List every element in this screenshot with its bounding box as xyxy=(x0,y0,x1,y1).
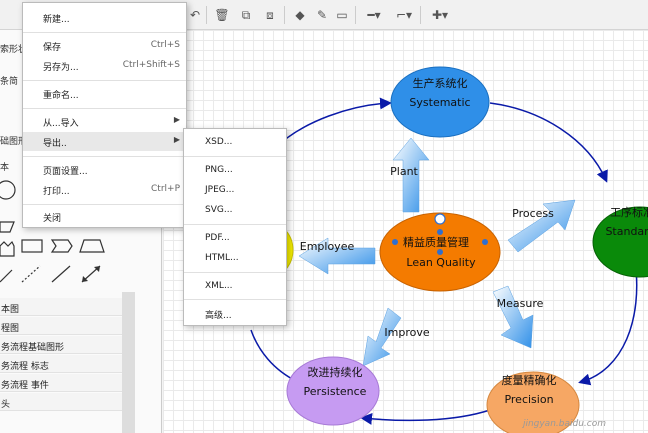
systematic-label-cn: 生产系统化 xyxy=(413,76,468,90)
cycle-connector xyxy=(360,409,491,425)
menu-divider xyxy=(184,299,286,300)
menu-item-close[interactable]: 关闭 xyxy=(23,207,186,226)
persistence-label-cn: 改进持续化 xyxy=(308,365,363,379)
sidebar-item-arrows[interactable]: 头 xyxy=(0,393,122,411)
line-style-icon[interactable]: ━▾ xyxy=(362,7,386,23)
menu-divider xyxy=(23,80,186,81)
rotate-handle xyxy=(434,213,446,225)
sidebar-section-label[interactable]: 条简 xyxy=(0,74,18,87)
persistence-label-en: Persistence xyxy=(304,385,367,398)
export-pdf[interactable]: PDF... xyxy=(184,228,286,248)
employee-label: Employee xyxy=(300,240,355,253)
menu-divider xyxy=(184,224,286,225)
menu-divider xyxy=(184,156,286,157)
menu-item-print[interactable]: 打印... Ctrl+P xyxy=(23,180,186,199)
menu-divider xyxy=(23,32,186,33)
export-xsd[interactable]: XSD... xyxy=(184,132,286,152)
resize-handle xyxy=(482,239,488,245)
export-html[interactable]: HTML... xyxy=(184,248,286,268)
watermark: jingyan.baidu.com xyxy=(522,419,606,429)
fill-color-icon[interactable]: ◆ xyxy=(292,7,308,23)
export-png[interactable]: PNG... xyxy=(184,160,286,180)
sidebar-item-bpmn-events[interactable]: 务流程 事件 xyxy=(0,374,122,392)
measure-arrow xyxy=(492,285,534,349)
sidebar-scrollbar[interactable] xyxy=(122,292,135,433)
standardization-label-cn: 工序标准 xyxy=(610,205,648,219)
menu-divider xyxy=(23,204,186,205)
toolbar-divider xyxy=(355,6,356,24)
export-advanced[interactable]: 高级... xyxy=(184,303,286,323)
resize-handle xyxy=(392,239,398,245)
menu-item-export[interactable]: 导出.. ▶ xyxy=(23,132,186,151)
resize-handle xyxy=(437,229,443,235)
lean-quality-label-cn: 精益质量管理 xyxy=(403,235,469,249)
file-menu: 新建... 保存 Ctrl+S 另存为... Ctrl+Shift+S 重命名...… xyxy=(22,2,187,228)
lean-quality-label-en: Lean Quality xyxy=(406,256,476,269)
export-submenu: XSD... PNG... JPEG... SVG... PDF... HTML… xyxy=(183,128,287,326)
improve-label: Improve xyxy=(384,326,429,339)
resize-handle xyxy=(437,249,443,255)
line-color-icon[interactable]: ✎ xyxy=(314,7,330,23)
submenu-arrow-icon: ▶ xyxy=(173,135,180,144)
sidebar-item-bpmn-markers[interactable]: 务流程 标志 xyxy=(0,355,122,373)
cycle-connector xyxy=(489,102,608,183)
menu-item-new[interactable]: 新建... xyxy=(23,8,186,27)
menu-item-page-setup[interactable]: 页面设置... xyxy=(23,160,186,179)
menu-item-save[interactable]: 保存 Ctrl+S xyxy=(23,36,186,55)
systematic-label-en: Systematic xyxy=(409,96,470,109)
cycle-connector xyxy=(578,259,638,386)
shadow-icon[interactable]: ▭ xyxy=(334,7,350,23)
process-label: Process xyxy=(512,207,554,220)
export-xml[interactable]: XML... xyxy=(184,276,286,296)
menu-divider xyxy=(184,272,286,273)
menu-divider xyxy=(23,156,186,157)
export-jpeg[interactable]: JPEG... xyxy=(184,180,286,200)
menu-item-import[interactable]: 从...导入 ▶ xyxy=(23,112,186,131)
plant-label: Plant xyxy=(390,165,418,178)
precision-label-en: Precision xyxy=(504,393,553,406)
waypoint-icon[interactable]: ⌐▾ xyxy=(392,7,416,23)
menu-item-save-as[interactable]: 另存为... Ctrl+Shift+S xyxy=(23,56,186,75)
toolbar-divider xyxy=(284,6,285,24)
sidebar-section-label[interactable]: 本 xyxy=(0,160,9,173)
sidebar-item-bpmn-general[interactable]: 务流程基础图形 xyxy=(0,336,122,354)
insert-icon[interactable]: ✚▾ xyxy=(428,7,452,23)
menu-divider xyxy=(23,108,186,109)
precision-label-cn: 度量精确化 xyxy=(502,373,557,387)
submenu-arrow-icon: ▶ xyxy=(173,115,180,124)
cycle-connector xyxy=(272,97,392,151)
toolbar-divider xyxy=(420,6,421,24)
to-front-icon[interactable]: ⧉ xyxy=(238,7,254,23)
export-svg[interactable]: SVG... xyxy=(184,200,286,220)
menu-item-rename[interactable]: 重命名... xyxy=(23,84,186,103)
measure-label: Measure xyxy=(497,297,544,310)
to-back-icon[interactable]: ⧈ xyxy=(262,7,278,23)
undo-icon[interactable]: ↶ xyxy=(187,7,203,23)
delete-icon[interactable]: 🗑 xyxy=(214,7,230,23)
standardization-label-en: Standardi xyxy=(605,225,648,238)
cycle-connector xyxy=(250,329,299,383)
sidebar-item-basic[interactable]: 本图 xyxy=(0,298,122,316)
toolbar-divider xyxy=(206,6,207,24)
sidebar-item-flowchart[interactable]: 程图 xyxy=(0,317,122,335)
